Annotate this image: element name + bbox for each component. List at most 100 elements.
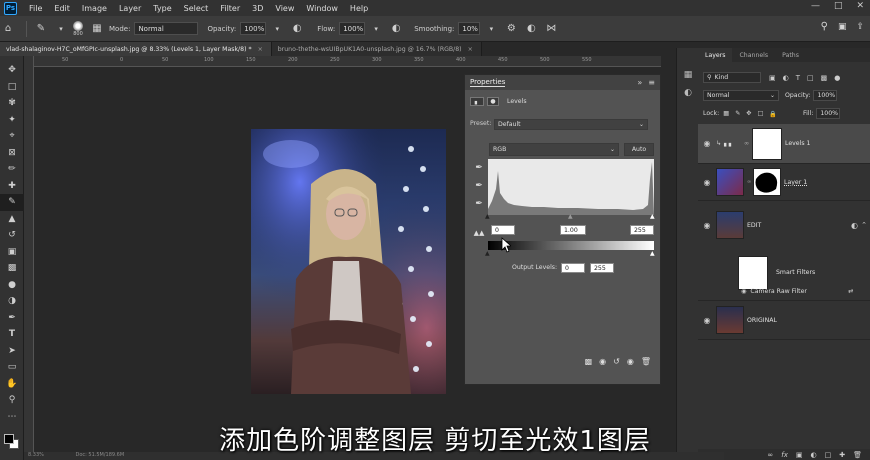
gradient-tool-icon[interactable]: ▩	[0, 260, 24, 277]
tab-close-icon[interactable]: ×	[468, 46, 473, 53]
frame-tool-icon[interactable]: ⊠	[0, 145, 24, 162]
lock-artboard-icon[interactable]: □	[757, 110, 763, 118]
lasso-tool-icon[interactable]: ✾	[0, 95, 24, 112]
tab-close-icon[interactable]: ×	[258, 46, 263, 53]
reset-icon[interactable]: ↺	[613, 357, 620, 366]
layer-row[interactable]: ◉ ↳ ▖▖ ∞ Levels 1	[698, 124, 870, 164]
filter-name[interactable]: Camera Raw Filter	[750, 288, 807, 295]
quick-select-tool-icon[interactable]: ✦	[0, 112, 24, 129]
output-white-field[interactable]: 255	[590, 263, 614, 273]
zoom-tool-icon[interactable]: ⚲	[0, 392, 24, 409]
home-icon[interactable]: ⌂	[0, 21, 16, 37]
layer-mask-thumbnail[interactable]	[752, 127, 782, 160]
minimize-icon[interactable]: —	[811, 1, 820, 11]
tab-channels[interactable]: Channels	[732, 48, 775, 62]
maximize-icon[interactable]: □	[834, 1, 843, 11]
fill-field[interactable]: 100%	[816, 108, 841, 119]
chevron-down-icon[interactable]: ▾	[483, 21, 499, 37]
visibility-eye-icon[interactable]: ◉	[698, 178, 716, 187]
visibility-eye-icon[interactable]: ◉	[698, 316, 716, 325]
clip-to-layer-icon[interactable]: ▩	[585, 357, 593, 366]
white-input-handle[interactable]: ▲	[650, 213, 655, 220]
document-image[interactable]	[251, 129, 446, 394]
menu-3d[interactable]: 3D	[246, 4, 269, 13]
panel-menu-icon[interactable]: ≡	[648, 78, 655, 87]
history-brush-tool-icon[interactable]: ↺	[0, 227, 24, 244]
filter-type-icon[interactable]: T	[796, 74, 800, 82]
layer-thumbnail[interactable]	[716, 306, 744, 334]
visibility-eye-icon[interactable]: ◉	[698, 139, 716, 148]
flow-field[interactable]: 100%	[339, 22, 366, 35]
white-point-eyedropper-icon[interactable]: ✒	[473, 199, 485, 211]
lock-position-icon[interactable]: ✥	[746, 110, 751, 118]
layer-name[interactable]: ORIGINAL	[747, 317, 777, 324]
filter-options-icon[interactable]: ⇄	[848, 288, 853, 295]
menu-type[interactable]: Type	[147, 4, 177, 13]
airbrush-icon[interactable]: ◐	[388, 21, 404, 37]
trash-icon[interactable]: 🗑	[641, 357, 651, 366]
layer-row[interactable]: ◉ EDIT ◐ ⌃	[698, 205, 870, 245]
mode-select[interactable]: Normal	[134, 22, 199, 35]
midtone-input-handle[interactable]: ▲	[568, 213, 573, 220]
output-black-field[interactable]: 0	[561, 263, 585, 273]
move-tool-icon[interactable]: ✥	[0, 62, 24, 79]
brush-preset-picker[interactable]: 800	[73, 20, 83, 37]
menu-edit[interactable]: Edit	[48, 4, 76, 13]
type-tool-icon[interactable]: T	[0, 326, 24, 343]
preset-select[interactable]: Default ⌄	[494, 119, 648, 130]
filter-pixel-icon[interactable]: ▣	[769, 74, 776, 82]
menu-layer[interactable]: Layer	[113, 4, 147, 13]
shape-tool-icon[interactable]: ▭	[0, 359, 24, 376]
workspace-icon[interactable]: ▣	[838, 22, 847, 32]
chevron-down-icon[interactable]: ▾	[269, 21, 285, 37]
auto-button[interactable]: Auto	[624, 143, 654, 156]
share-icon[interactable]: ⇪	[856, 22, 864, 32]
visibility-eye-icon[interactable]: ◉	[698, 221, 716, 230]
chevron-down-icon[interactable]: ▾	[53, 21, 69, 37]
layer-row[interactable]: ◉ ORIGINAL	[698, 300, 870, 340]
gray-point-eyedropper-icon[interactable]: ✒	[473, 181, 485, 193]
smart-filters-label[interactable]: Smart Filters	[776, 269, 815, 276]
gear-icon[interactable]: ⚙	[503, 21, 519, 37]
tab-paths[interactable]: Paths	[775, 48, 806, 62]
filter-shape-icon[interactable]: □	[807, 74, 814, 82]
lock-pixels-icon[interactable]: ✎	[735, 110, 740, 118]
adjustments-panel-icon[interactable]: ◐	[677, 84, 699, 102]
mask-icon[interactable]: ●	[487, 97, 499, 106]
history-panel-icon[interactable]: ▦	[677, 66, 699, 84]
menu-filter[interactable]: Filter	[214, 4, 246, 13]
input-white-field[interactable]: 255	[630, 225, 654, 235]
menu-window[interactable]: Window	[300, 4, 344, 13]
pressure-opacity-icon[interactable]: ◐	[289, 21, 305, 37]
lock-transparency-icon[interactable]: ▦	[723, 110, 729, 118]
dodge-tool-icon[interactable]: ◑	[0, 293, 24, 310]
layer-name[interactable]: EDIT	[747, 222, 761, 229]
marquee-tool-icon[interactable]: □	[0, 79, 24, 96]
symmetry-icon[interactable]: ⋈	[543, 21, 559, 37]
smart-filter-mask-thumbnail[interactable]	[738, 255, 768, 290]
layer-thumbnail[interactable]	[716, 211, 744, 239]
layer-name[interactable]: Levels 1	[785, 140, 810, 147]
layer-thumbnail[interactable]	[716, 168, 744, 196]
menu-view[interactable]: View	[269, 4, 300, 13]
healing-brush-tool-icon[interactable]: ✚	[0, 178, 24, 195]
layer-opacity-field[interactable]: 100%	[813, 90, 838, 101]
brush-settings-icon[interactable]: ▦	[89, 21, 105, 37]
tab-properties[interactable]: Properties	[470, 78, 506, 87]
close-icon[interactable]: ✕	[856, 1, 864, 11]
view-previous-icon[interactable]: ◉	[599, 357, 606, 366]
search-icon[interactable]: ⚲	[821, 21, 828, 32]
eraser-tool-icon[interactable]: ▣	[0, 244, 24, 261]
black-output-handle[interactable]: ▲	[485, 250, 490, 257]
layer-row[interactable]: ◉ ∞ Layer 1	[698, 164, 870, 201]
crop-tool-icon[interactable]: ⌖	[0, 128, 24, 145]
blur-tool-icon[interactable]: ●	[0, 277, 24, 294]
visibility-eye-icon[interactable]: ◉	[627, 357, 634, 366]
pressure-size-icon[interactable]: ◐	[523, 21, 539, 37]
visibility-eye-icon[interactable]: ◉	[741, 288, 746, 295]
chevron-down-icon[interactable]: ▾	[368, 21, 384, 37]
menu-help[interactable]: Help	[344, 4, 374, 13]
layer-name[interactable]: Layer 1	[784, 179, 807, 186]
path-select-tool-icon[interactable]: ➤	[0, 343, 24, 360]
pen-tool-icon[interactable]: ✒	[0, 310, 24, 327]
